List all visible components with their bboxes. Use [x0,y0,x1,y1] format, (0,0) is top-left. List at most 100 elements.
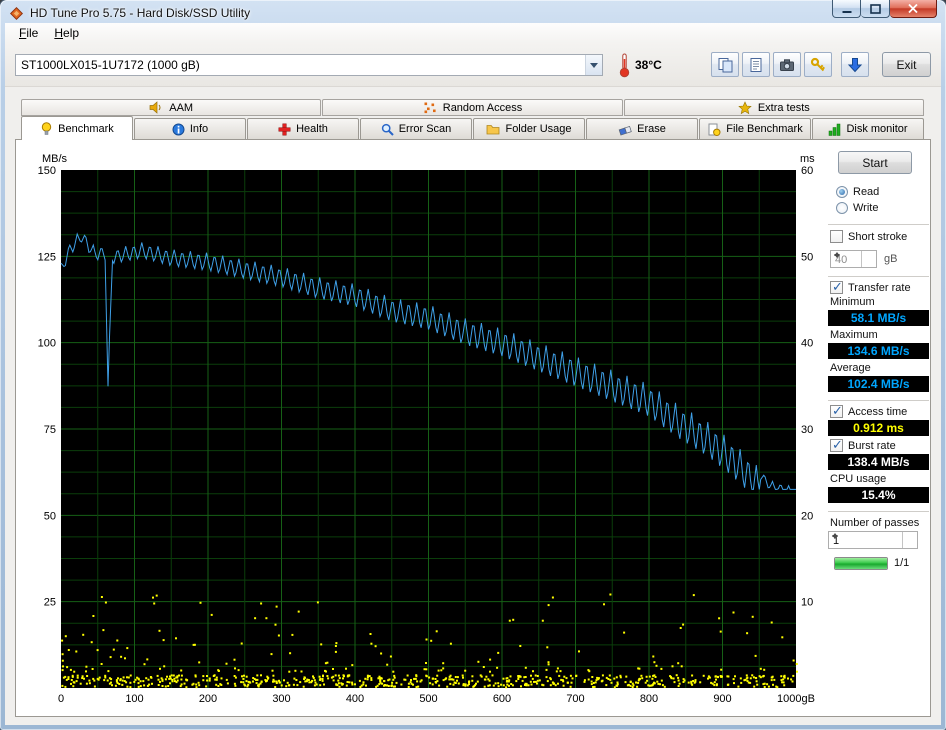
copy-report-button[interactable] [742,52,770,77]
key-icon [810,57,826,71]
access-time-checkbox[interactable]: Access time [830,403,907,419]
passes-label: Number of passes [830,517,920,529]
tab-label: Disk monitor [846,123,908,135]
save-arrow-icon [847,57,863,72]
separator [828,276,929,278]
client-area: File Help ST1000LX015-1U7172 (1000 gB) 3… [5,23,941,725]
read-radio[interactable]: Read [836,186,879,198]
thermometer-icon [619,53,630,77]
tab-info[interactable]: Info [134,118,246,139]
start-button[interactable]: Start [838,151,912,174]
radio-dot [836,186,848,198]
svg-text:400: 400 [346,693,364,705]
benchmark-chart: 1501251007550256050403020100 100 200 300 400… [38,153,816,705]
svg-text:300: 300 [272,693,290,705]
folder-icon [487,125,500,135]
svg-text:200: 200 [199,693,217,705]
speaker-icon [149,101,161,114]
drive-selector-value: ST1000LX015-1U7172 (1000 gB) [21,57,200,72]
tab-benchmark[interactable]: Benchmark [21,116,133,140]
tab-random-access[interactable]: Random Access [322,99,623,116]
close-icon [908,4,918,13]
copy-image-button[interactable] [711,52,739,77]
window-title: HD Tune Pro 5.75 - Hard Disk/SSD Utility [30,6,251,20]
gold-star-icon [738,100,752,114]
tab-aam[interactable]: AAM [21,99,322,116]
separator [828,400,929,402]
app-icon [9,6,24,21]
minimum-value: 58.1 MB/s [828,310,929,326]
svg-text:150: 150 [38,165,56,177]
cpu-usage-value: 15.4% [828,487,929,503]
drive-selector[interactable]: ST1000LX015-1U7172 (1000 gB) [15,53,603,76]
svg-text:60: 60 [801,165,813,177]
minimize-button[interactable] [832,0,861,18]
tab-label: AAM [169,101,194,114]
maximize-icon [869,3,881,14]
toolbar-buttons [711,52,832,77]
tab-label: Erase [637,123,666,135]
temperature-indicator: 38°C [619,52,662,78]
screenshot-button[interactable] [773,52,801,77]
short-stroke-checkbox[interactable]: Short stroke [830,230,907,243]
svg-text:100: 100 [38,338,56,350]
registration-button[interactable] [804,52,832,77]
svg-text:100: 100 [125,693,143,705]
burst-rate-checkbox[interactable]: Burst rate [830,437,896,453]
transfer-rate-checkbox[interactable]: Transfer rate [830,279,911,295]
tab-health[interactable]: Health [247,118,359,139]
passes-value: 1 [833,535,840,547]
tab-label: Folder Usage [505,123,572,135]
short-stroke-label: Short stroke [848,230,908,243]
passes-stepper[interactable]: 1 [828,531,918,549]
svg-text:MB/s: MB/s [42,153,68,165]
burst-rate-label: Burst rate [848,439,896,452]
exit-button[interactable]: Exit [882,52,931,77]
tab-file-benchmark[interactable]: File Benchmark [699,118,811,139]
save-screenshot-button[interactable] [841,52,869,77]
svg-text:125: 125 [38,251,56,263]
magnifier-icon [381,123,394,136]
tab-disk-monitor[interactable]: Disk monitor [812,118,924,139]
menu-help[interactable]: Help [46,24,87,42]
toolbar: ST1000LX015-1U7172 (1000 gB) 38°C Exit [5,43,941,87]
menubar: File Help [5,23,941,43]
pass-progress-label: 1/1 [894,557,910,569]
svg-text:25: 25 [44,597,56,609]
copy-pages-icon [718,57,733,72]
maximize-button[interactable] [861,0,890,18]
maximum-value: 134.6 MB/s [828,343,929,359]
svg-text:10: 10 [801,597,813,609]
svg-text:20: 20 [801,510,813,522]
svg-text:30: 30 [801,424,813,436]
tab-error-scan[interactable]: Error Scan [360,118,472,139]
write-label: Write [853,202,879,214]
write-radio[interactable]: Write [836,202,878,214]
green-bars-icon [829,123,841,136]
short-stroke-stepper[interactable]: 40 [830,250,877,268]
tab-extra-tests[interactable]: Extra tests [623,99,924,116]
menu-file[interactable]: File [11,24,46,42]
separator [828,224,929,226]
tab-label: Info [189,123,209,135]
copy-report-icon [750,57,762,72]
temperature-value: 38°C [635,57,662,72]
svg-text:500: 500 [419,693,437,705]
tab-folder-usage[interactable]: Folder Usage [473,118,585,139]
read-label: Read [853,186,880,198]
svg-text:600: 600 [493,693,511,705]
svg-text:700: 700 [566,693,584,705]
maximum-label: Maximum [830,329,878,341]
benchmark-panel: 150 125 100 75 50 25 60 50 40 30 20 10 0 100 200 300 400… [15,139,931,717]
svg-text:1000gB: 1000gB [777,693,815,705]
tab-label: Health [296,123,328,135]
titlebar[interactable]: HD Tune Pro 5.75 - Hard Disk/SSD Utility [0,0,946,23]
separator [828,511,929,513]
minimum-label: Minimum [830,296,875,308]
checkbox-box [830,403,843,419]
chevron-down-icon[interactable] [585,54,602,75]
close-button[interactable] [890,0,937,18]
svg-text:40: 40 [801,338,813,350]
red-cross-icon [278,123,291,135]
tab-erase[interactable]: Erase [586,118,698,139]
